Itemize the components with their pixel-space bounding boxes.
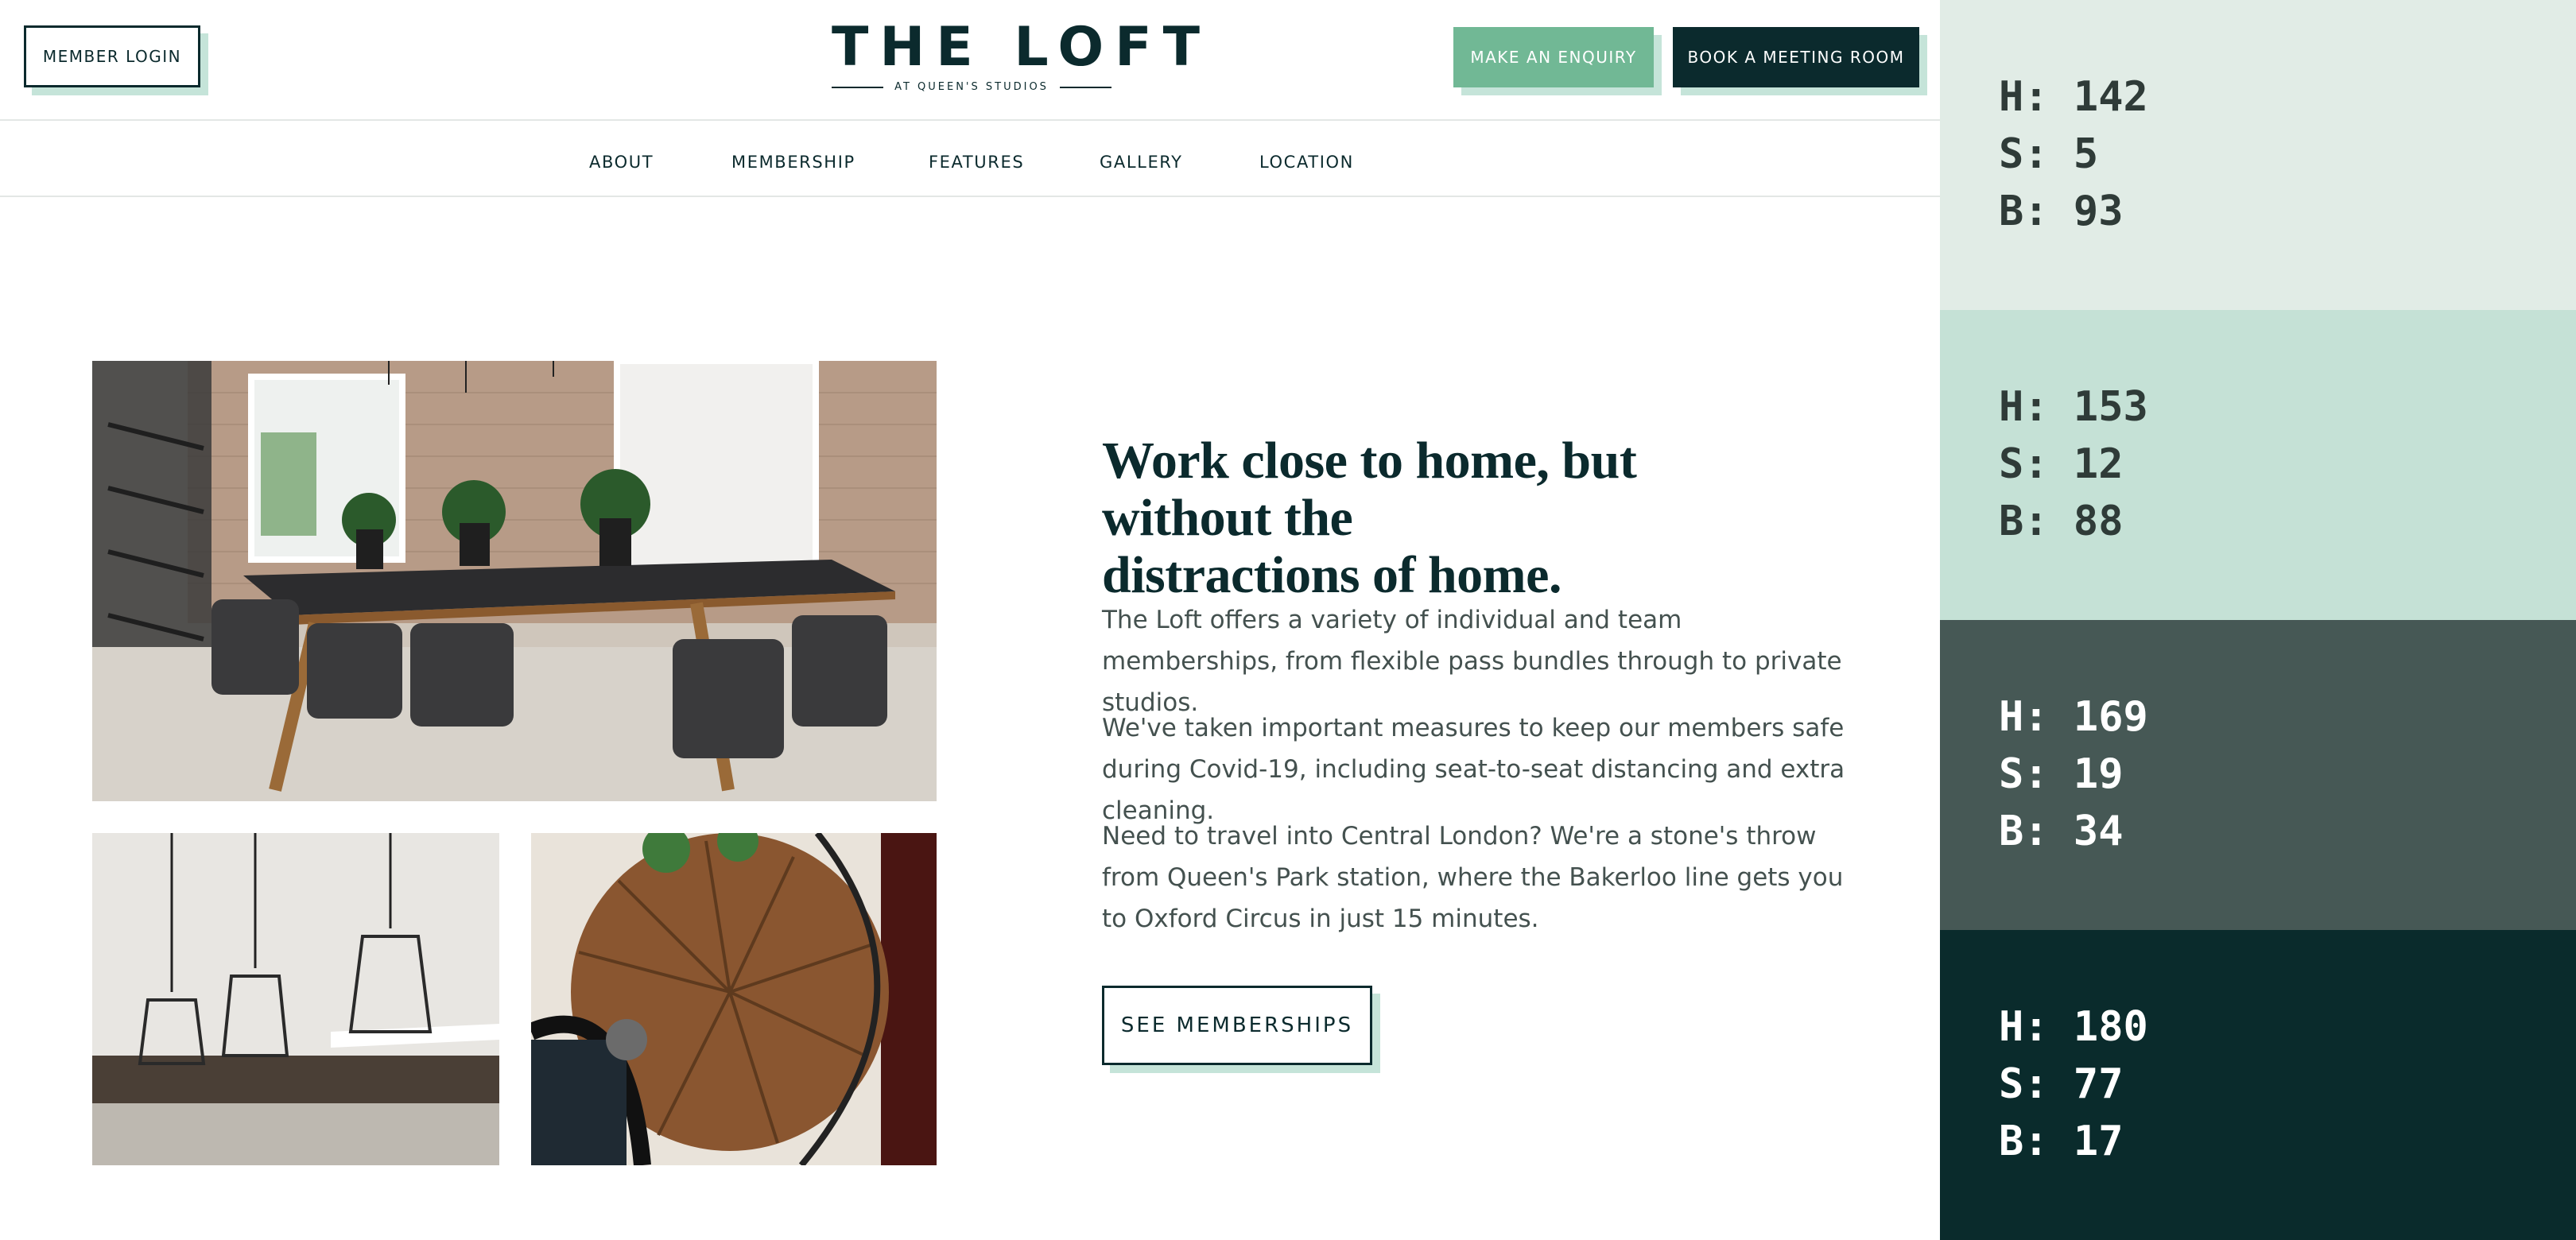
- nav-item-location[interactable]: LOCATION: [1259, 153, 1354, 172]
- swatch-h: H: 142: [1999, 73, 2148, 121]
- swatch-b: B: 34: [1999, 808, 2124, 855]
- see-memberships-button[interactable]: SEE MEMBERSHIPS: [1102, 986, 1372, 1065]
- see-memberships-wrapper: SEE MEMBERSHIPS: [1102, 986, 1380, 1073]
- color-palette-panel: H: 142 S: 5 B: 93 H: 153 S: 12 B: 88 H: …: [1940, 0, 2576, 1240]
- book-meeting-room-button[interactable]: BOOK A MEETING ROOM: [1673, 27, 1919, 87]
- swatch-values: H: 153 S: 12 B: 88: [1999, 378, 2148, 550]
- swatch-values: H: 169 S: 19 B: 34: [1999, 688, 2148, 860]
- nav-item-membership[interactable]: MEMBERSHIP: [731, 153, 855, 172]
- headline: Work close to home, but without the dist…: [1102, 432, 1818, 604]
- main-nav: ABOUT MEMBERSHIP FEATURES GALLERY LOCATI…: [0, 121, 1940, 197]
- swatch-s: S: 12: [1999, 440, 2124, 488]
- swatch-b: B: 17: [1999, 1118, 2124, 1165]
- nav-item-gallery[interactable]: GALLERY: [1100, 153, 1183, 172]
- member-login-button[interactable]: MEMBER LOGIN: [24, 25, 200, 87]
- member-login-wrapper: MEMBER LOGIN: [24, 25, 208, 95]
- pendant-lamps-photo: [92, 833, 499, 1165]
- logo-rule-right: [1059, 86, 1112, 88]
- swatch-b: B: 88: [1999, 498, 2124, 545]
- site-header: MEMBER LOGIN THE LOFT AT QUEEN'S STUDIOS…: [0, 0, 1940, 121]
- logo-title: THE LOFT: [832, 16, 1211, 79]
- swatch-h: H: 180: [1999, 1003, 2148, 1051]
- swatch-s: S: 5: [1999, 130, 2099, 178]
- make-enquiry-button[interactable]: MAKE AN ENQUIRY: [1453, 27, 1654, 87]
- palette-swatch-2: H: 153 S: 12 B: 88: [1940, 310, 2576, 620]
- intro-paragraph-covid: We've taken important measures to keep o…: [1102, 714, 1845, 825]
- spiral-staircase-photo: [531, 833, 937, 1165]
- intro-paragraph-location: Need to travel into Central London? We'r…: [1102, 822, 1844, 933]
- palette-swatch-1: H: 142 S: 5 B: 93: [1940, 0, 2576, 310]
- swatch-values: H: 142 S: 5 B: 93: [1999, 68, 2148, 240]
- swatch-b: B: 93: [1999, 188, 2124, 235]
- headline-line-2: distractions of home.: [1102, 546, 1562, 604]
- swatch-values: H: 180 S: 77 B: 17: [1999, 998, 2148, 1170]
- nav-item-features[interactable]: FEATURES: [929, 153, 1024, 172]
- palette-swatch-3: H: 169 S: 19 B: 34: [1940, 620, 2576, 930]
- palette-swatch-4: H: 180 S: 77 B: 17: [1940, 930, 2576, 1240]
- enquiry-wrapper: MAKE AN ENQUIRY: [1453, 27, 1662, 95]
- nav-item-about[interactable]: ABOUT: [589, 153, 654, 172]
- headline-line-1: Work close to home, but without the: [1102, 432, 1637, 547]
- book-room-wrapper: BOOK A MEETING ROOM: [1673, 27, 1927, 95]
- swatch-s: S: 19: [1999, 750, 2124, 798]
- logo[interactable]: THE LOFT AT QUEEN'S STUDIOS: [832, 16, 1211, 93]
- meeting-table-photo: [92, 361, 937, 801]
- logo-subtitle: AT QUEEN'S STUDIOS: [894, 81, 1049, 93]
- logo-subtitle-row: AT QUEEN'S STUDIOS: [832, 81, 1112, 93]
- logo-rule-left: [832, 86, 884, 88]
- intro-paragraph-memberships: The Loft offers a variety of individual …: [1102, 606, 1842, 717]
- website: MEMBER LOGIN THE LOFT AT QUEEN'S STUDIOS…: [0, 0, 1940, 1240]
- swatch-s: S: 77: [1999, 1060, 2124, 1108]
- swatch-h: H: 153: [1999, 383, 2148, 431]
- swatch-h: H: 169: [1999, 693, 2148, 741]
